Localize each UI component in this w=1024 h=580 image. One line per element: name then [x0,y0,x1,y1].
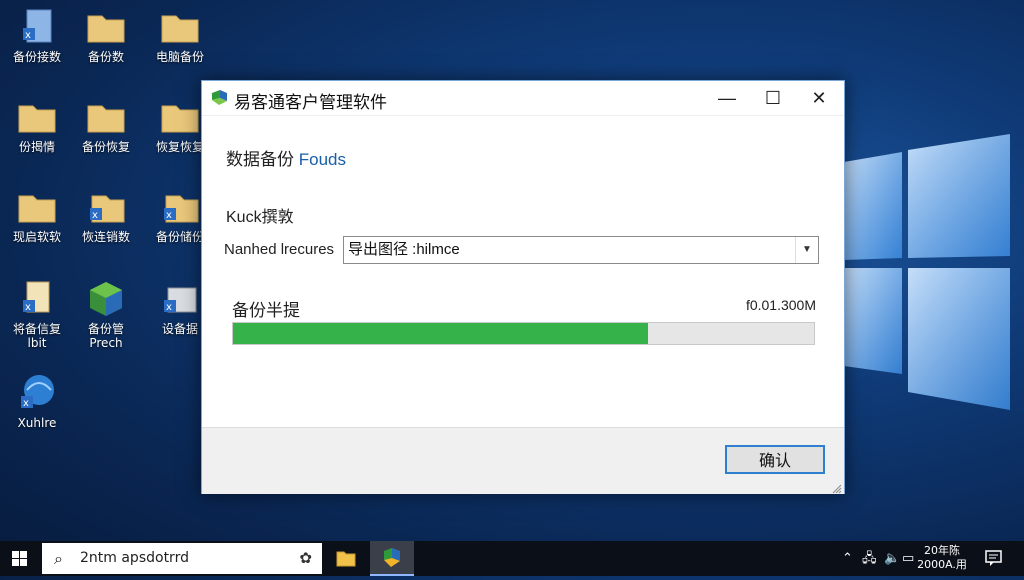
file-explorer-taskbar-button[interactable] [324,541,368,576]
minimize-button[interactable]: — [704,81,750,115]
document-icon: x [17,278,57,318]
desktop-icon-backup[interactable]: 备份数 [69,0,143,78]
tray-chevron-icon[interactable]: ⌃ [842,541,853,576]
section-label: Kuck撰敦 [226,209,294,226]
start-button[interactable] [0,541,40,576]
search-icon: ⌕ [54,549,63,568]
drive-icon: x [160,278,200,318]
progress-title: 备份半提 [232,301,300,320]
svg-text:x: x [25,30,31,41]
dialog-heading: 数据备份 Fouds [226,150,346,169]
desktop-icon-12[interactable]: x Xuhlre [0,366,74,444]
desktop-icon-9[interactable]: x 将备信复 lbit [0,272,74,350]
folder-icon [160,96,200,136]
clock-time: 20年陈 [924,544,960,557]
settings-gear-icon[interactable]: ✿ [299,543,312,574]
desktop-icon-pc-backup[interactable]: 电脑备份 [143,0,217,78]
globe-icon: x [17,372,57,412]
path-select-value: 导出图径 :hilmce [348,241,460,258]
maximize-button[interactable]: ☐ [750,81,796,115]
folder-icon [17,186,57,226]
svg-text:x: x [23,398,29,409]
document-shortcut-icon: x [86,186,126,226]
app-logo-icon [210,89,228,107]
desktop-icon-backup-data[interactable]: x 备份接数 [0,0,74,78]
windows-start-icon [12,551,27,566]
taskbar: ⌕ 2ntm apsdotrrd ✿ ⌃ 🖧 🔈 ▭ 20年陈 2000A.用 [0,541,1024,576]
chevron-down-icon[interactable]: ▼ [795,237,818,263]
folder-icon [86,6,126,46]
desktop-icon-6[interactable]: 现启软软 [0,180,74,258]
app-cube-icon [86,278,126,318]
backup-dialog-window: 易客通客户管理软件 — ☐ ✕ 数据备份 Fouds Kuck撰敦 Nanhed… [201,80,845,494]
svg-text:x: x [166,302,172,313]
backup-progress-bar [232,322,815,345]
taskbar-search-box[interactable]: ⌕ 2ntm apsdotrrd ✿ [42,543,322,574]
close-button[interactable]: ✕ [796,81,842,115]
app-taskbar-button[interactable] [370,541,414,576]
window-title: 易客通客户管理软件 [234,93,387,112]
app-logo-icon [384,548,400,567]
path-select[interactable]: 导出图径 :hilmce ▼ [343,236,819,264]
svg-text:x: x [166,210,172,221]
desktop-icon-3[interactable]: 份揭情 [0,90,74,168]
folder-icon [86,96,126,136]
system-clock[interactable]: 20年陈 2000A.用 [912,544,972,572]
folder-icon [17,96,57,136]
svg-text:x: x [92,210,98,221]
progress-fill [233,323,649,344]
path-field-label: Nanhed lrecures [224,241,335,258]
svg-text:x: x [25,302,31,313]
confirm-button[interactable]: 确认 [725,445,825,474]
folder-icon [160,6,200,46]
network-icon[interactable]: 🖧 [862,541,877,576]
windows-logo-wallpaper [842,110,1012,440]
speaker-icon[interactable]: 🔈 [884,541,900,576]
desktop-icon-7[interactable]: x 恢连销数 [69,180,143,258]
notification-icon[interactable] [984,549,1004,567]
title-bar[interactable]: 易客通客户管理软件 — ☐ ✕ [202,81,844,116]
desktop-icon-10[interactable]: 备份管 Prech [69,272,143,350]
dialog-footer: 确认 [202,427,844,494]
search-text: 2ntm apsdotrrd [80,550,189,566]
desktop-icon-4[interactable]: 备份恢复 [69,90,143,168]
heading-accent: Fouds [298,150,346,169]
resize-grip-icon[interactable] [832,481,842,494]
progress-size: f0.01.300M [745,297,816,313]
clock-date: 2000A.用 [917,558,967,571]
file-shortcut-icon: x [17,6,57,46]
folder-icon [336,551,356,567]
document-shortcut-icon: x [160,186,200,226]
